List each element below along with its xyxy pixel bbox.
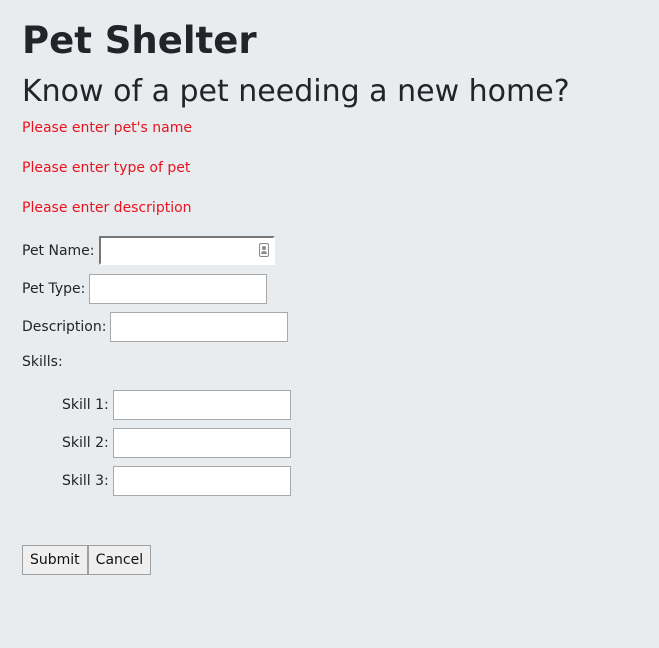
pet-type-label: Pet Type:: [22, 281, 86, 297]
pet-type-input[interactable]: [89, 274, 268, 304]
type-error-message: Please enter type of pet: [22, 160, 191, 176]
pet-type-row: Pet Type:: [22, 274, 268, 304]
skill-3-row: Skill 3:: [62, 466, 291, 496]
cancel-button[interactable]: Cancel: [87, 545, 152, 575]
form-actions: Submit Cancel: [22, 545, 152, 575]
submit-button[interactable]: Submit: [22, 545, 88, 575]
skill-3-label: Skill 3:: [62, 473, 109, 489]
page-title: Pet Shelter: [22, 19, 257, 62]
pet-name-row: Pet Name:: [22, 236, 275, 265]
description-row: Description:: [22, 312, 289, 342]
pet-name-field-wrapper: [98, 236, 275, 265]
skills-heading-row: Skills:: [22, 352, 67, 372]
pet-name-input[interactable]: [98, 236, 275, 265]
pet-shelter-page: Pet Shelter Know of a pet needing a new …: [0, 0, 659, 648]
contact-card-icon[interactable]: [258, 243, 269, 257]
name-error-message: Please enter pet's name: [22, 120, 192, 136]
description-label: Description:: [22, 319, 107, 335]
skill-3-input[interactable]: [112, 466, 291, 496]
skill-1-row: Skill 1:: [62, 390, 291, 420]
pet-name-label: Pet Name:: [22, 242, 95, 259]
skills-label: Skills:: [22, 354, 63, 370]
skill-1-input[interactable]: [112, 390, 291, 420]
skill-1-label: Skill 1:: [62, 397, 109, 413]
description-input[interactable]: [110, 312, 289, 342]
skill-2-label: Skill 2:: [62, 435, 109, 451]
skill-2-row: Skill 2:: [62, 428, 291, 458]
skill-2-input[interactable]: [112, 428, 291, 458]
page-subtitle: Know of a pet needing a new home?: [22, 74, 570, 109]
description-error-message: Please enter description: [22, 200, 192, 216]
